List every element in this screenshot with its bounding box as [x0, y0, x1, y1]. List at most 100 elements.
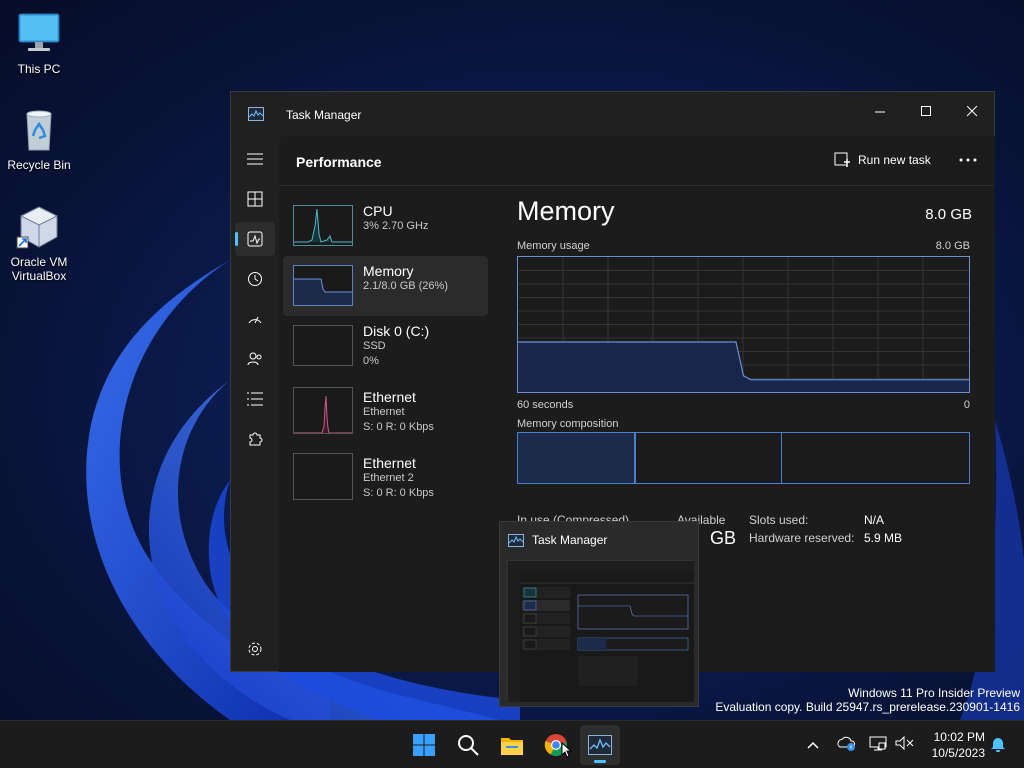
- resource-name: CPU: [363, 203, 393, 219]
- close-button[interactable]: [949, 96, 995, 126]
- speaker-muted-icon: [895, 735, 914, 750]
- hamburger-icon: [247, 153, 263, 165]
- maximize-button[interactable]: [903, 96, 949, 126]
- available-value: GB: [710, 528, 737, 548]
- run-new-task-button[interactable]: Run new task: [834, 152, 931, 168]
- search-button[interactable]: [448, 725, 488, 765]
- hardware-reserved-value: 5.9 MB: [864, 531, 903, 545]
- nav-users[interactable]: [235, 342, 275, 376]
- maximize-icon: [920, 105, 931, 116]
- volume-button[interactable]: [894, 735, 914, 756]
- resource-detail: Ethernet 2: [363, 472, 414, 484]
- desktop-icon-recycle-bin[interactable]: Recycle Bin: [1, 106, 77, 172]
- resource-name: Ethernet: [363, 455, 416, 471]
- more-dots-icon: [959, 158, 977, 162]
- evaluation-watermark: Windows 11 Pro Insider Preview Evaluatio…: [715, 686, 1020, 714]
- resource-item-ethernet-2[interactable]: Ethernet Ethernet 2 S: 0 R: 0 Kbps: [283, 448, 488, 508]
- system-tray: [804, 721, 914, 768]
- resource-item-memory[interactable]: Memory 2.1/8.0 GB (26%): [283, 256, 488, 316]
- title-bar[interactable]: Task Manager: [231, 92, 994, 136]
- virtualbox-icon: [15, 203, 63, 251]
- resource-name: Memory: [363, 263, 414, 279]
- resource-item-disk[interactable]: Disk 0 (C:) SSD 0%: [283, 316, 488, 376]
- resource-name: Disk 0 (C:): [363, 323, 430, 339]
- performance-icon: [247, 231, 263, 247]
- preview-title: Task Manager: [532, 533, 608, 547]
- nav-startup-apps[interactable]: [235, 302, 275, 336]
- memory-composition-bar: [517, 432, 970, 484]
- desktop-icon-label: This PC: [17, 62, 61, 76]
- memory-usage-max: 8.0 GB: [935, 240, 970, 252]
- task-manager-taskbar-button[interactable]: [580, 725, 620, 765]
- run-new-task-label: Run new task: [858, 153, 931, 167]
- nav-settings[interactable]: [235, 632, 275, 666]
- resource-detail: 2.1/8.0 GB (26%): [363, 280, 448, 292]
- resource-detail-2: S: 0 R: 0 Kbps: [363, 421, 434, 433]
- resource-item-ethernet-1[interactable]: Ethernet Ethernet S: 0 R: 0 Kbps: [283, 382, 488, 442]
- hamburger-menu-button[interactable]: [235, 142, 275, 176]
- clock-date: 10/5/2023: [931, 746, 985, 760]
- recycle-bin-icon: [15, 106, 63, 154]
- show-hidden-icons-button[interactable]: [804, 741, 822, 749]
- page-header: Performance Run new task: [279, 136, 995, 186]
- desktop-icon-label: Recycle Bin: [7, 158, 71, 172]
- taskbar-window-preview[interactable]: Task Manager: [499, 521, 699, 707]
- minimize-button[interactable]: [857, 96, 903, 126]
- notifications-button[interactable]: [990, 737, 1006, 758]
- gear-icon: [248, 642, 262, 656]
- nav-details[interactable]: [235, 382, 275, 416]
- ethernet-thumbnail: [293, 387, 353, 434]
- cpu-thumbnail: [293, 205, 353, 246]
- onedrive-button[interactable]: [836, 735, 856, 756]
- resource-name: Ethernet: [363, 389, 416, 405]
- disk-thumbnail: [293, 325, 353, 366]
- composition-in-use: [518, 433, 636, 483]
- composition-modified: [636, 433, 782, 483]
- task-manager-icon: [508, 534, 524, 547]
- watermark-line-1: Windows 11 Pro Insider Preview: [848, 686, 1020, 700]
- desktop-icon-label: Oracle VM VirtualBox: [10, 255, 68, 283]
- clock-time: 10:02 PM: [933, 730, 985, 744]
- slots-used-value: N/A: [864, 513, 885, 527]
- monitor-icon: [15, 10, 63, 58]
- desktop-icon-this-pc[interactable]: This PC: [1, 10, 77, 76]
- desktop-icon-virtualbox[interactable]: Oracle VM VirtualBox: [1, 203, 77, 283]
- preview-thumbnail: [507, 560, 694, 702]
- hardware-reserved-label: Hardware reserved:: [749, 531, 855, 545]
- slots-used-label: Slots used:: [749, 513, 809, 527]
- resource-detail-2: S: 0 R: 0 Kbps: [363, 487, 434, 499]
- page-title: Performance: [296, 154, 382, 170]
- resource-detail-2: 0%: [363, 355, 379, 367]
- running-indicator: [594, 760, 606, 763]
- bell-icon: [991, 738, 1005, 752]
- chrome-button[interactable]: [536, 725, 576, 765]
- start-button[interactable]: [404, 725, 444, 765]
- nav-processes[interactable]: [235, 182, 275, 216]
- resource-detail: Ethernet: [363, 406, 405, 418]
- memory-thumbnail: [293, 265, 353, 306]
- list-icon: [247, 392, 263, 406]
- history-icon: [248, 272, 262, 286]
- taskbar-clock[interactable]: 10:02 PM 10/5/2023: [932, 729, 985, 761]
- task-manager-icon: [248, 107, 264, 121]
- nav-services[interactable]: [235, 422, 275, 456]
- time-axis-right: 0: [963, 399, 970, 411]
- memory-total: 8.0 GB: [925, 206, 972, 223]
- nav-app-history[interactable]: [235, 262, 275, 296]
- memory-title: Memory: [517, 196, 615, 226]
- processes-icon: [247, 191, 263, 207]
- taskbar: 10:02 PM 10/5/2023: [0, 720, 1024, 768]
- file-explorer-button[interactable]: [492, 725, 532, 765]
- composition-free: [782, 433, 969, 483]
- task-manager-icon: [588, 735, 612, 755]
- memory-composition-label: Memory composition: [517, 418, 619, 430]
- ethernet-2-thumbnail: [293, 453, 353, 500]
- more-options-button[interactable]: [959, 150, 977, 168]
- window-title: Task Manager: [286, 108, 362, 122]
- speedometer-icon: [248, 316, 262, 324]
- network-button[interactable]: [868, 735, 888, 756]
- watermark-line-2: Evaluation copy. Build 25947.rs_prerelea…: [715, 700, 1020, 714]
- resource-item-cpu[interactable]: CPU 3% 2.70 GHz: [283, 196, 488, 256]
- run-task-icon: [834, 152, 850, 167]
- nav-performance[interactable]: [235, 222, 275, 256]
